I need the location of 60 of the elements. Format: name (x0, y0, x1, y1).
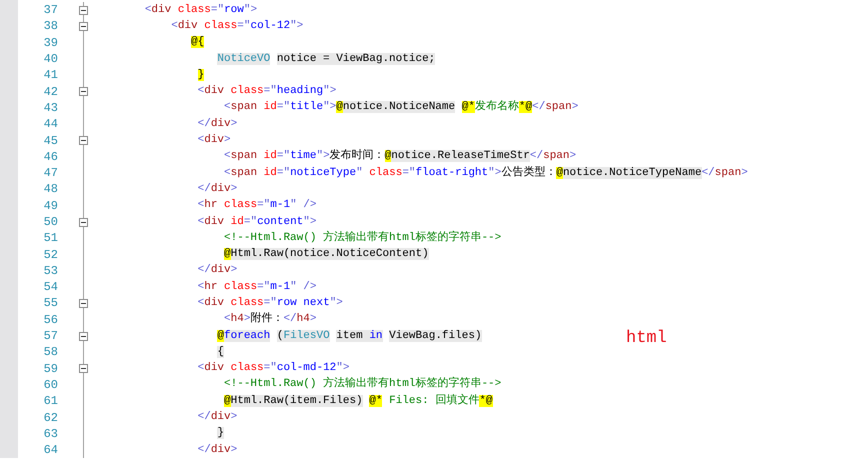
code-line: </div> (196, 442, 238, 458)
collapse-icon[interactable] (79, 87, 88, 96)
collapse-icon[interactable] (79, 332, 88, 341)
code-line: <div class="col-md-12"> (196, 361, 350, 376)
line-number: 54 (42, 279, 58, 296)
line-number: 64 (42, 442, 58, 458)
collapse-icon[interactable] (79, 218, 88, 226)
collapse-icon[interactable] (79, 364, 88, 374)
code-line: <div class="row"> (144, 2, 258, 18)
code-line: </div> (196, 116, 238, 132)
code-line: <div> (196, 133, 231, 148)
line-number: 48 (42, 181, 58, 198)
code-line: <span id="noticeType" class="float-right">公告类型：@notice.NoticeTypeName</span> (223, 166, 748, 181)
collapse-icon[interactable] (79, 22, 88, 31)
collapse-icon[interactable] (79, 136, 88, 146)
line-number: 58 (42, 344, 58, 360)
code-line: </div> (196, 410, 238, 426)
code-line: </div> (196, 182, 238, 197)
line-number: 56 (42, 312, 58, 328)
annotation-text: html (626, 329, 667, 348)
line-number: 49 (42, 198, 58, 214)
line-number: 46 (42, 148, 58, 165)
code-line: @foreach (FilesVO item in ViewBag.files) (216, 328, 482, 344)
code-line: NoticeVO notice = ViewBag.notice; (216, 52, 436, 67)
line-number: 57 (42, 328, 58, 344)
line-number: 41 (42, 67, 58, 84)
line-number: 40 (42, 51, 58, 68)
line-number: 63 (42, 426, 58, 442)
line-number: 37 (42, 2, 58, 18)
code-line: <hr class="m-1" /> (196, 280, 316, 295)
line-number: 50 (42, 214, 58, 230)
line-number: 60 (42, 376, 58, 393)
code-line: <!--Html.Raw() 方法输出带有html标签的字符串--> (223, 230, 502, 246)
line-number: 39 (42, 34, 58, 51)
code-line: <div id="content"> (196, 214, 316, 230)
line-number: 55 (42, 295, 58, 312)
line-number: 53 (42, 262, 58, 279)
code-line: <div class="row next"> (196, 296, 343, 311)
line-number: 38 (42, 18, 58, 34)
line-number: 44 (42, 116, 58, 132)
code-line: <div class="heading"> (196, 84, 336, 100)
line-number: 61 (42, 393, 58, 410)
code-line: <!--Html.Raw() 方法输出带有html标签的字符串--> (223, 377, 502, 392)
line-number: 62 (42, 410, 58, 426)
code-line: <span id="title">@notice.NoticeName @*发布名称*@</span> (223, 100, 578, 116)
collapse-icon[interactable] (79, 298, 88, 308)
code-line: </div> (196, 263, 238, 278)
line-number: 45 (42, 132, 58, 149)
collapse-icon[interactable] (79, 6, 88, 15)
line-number: 47 (42, 165, 58, 182)
line-number: 52 (42, 246, 58, 263)
line-number: 59 (42, 360, 58, 377)
line-number: 43 (42, 100, 58, 116)
line-number: 42 (42, 84, 58, 100)
code-line: <hr class="m-1" /> (196, 198, 316, 214)
code-line: @Html.Raw(item.Files) @* Files: 回填文件*@ (223, 394, 493, 409)
line-number: 51 (42, 230, 58, 246)
code-line: @Html.Raw(notice.NoticeContent) (223, 247, 429, 262)
code-line: <h4>附件：</h4> (223, 312, 316, 328)
code-line: <div class="col-12"> (170, 18, 304, 34)
